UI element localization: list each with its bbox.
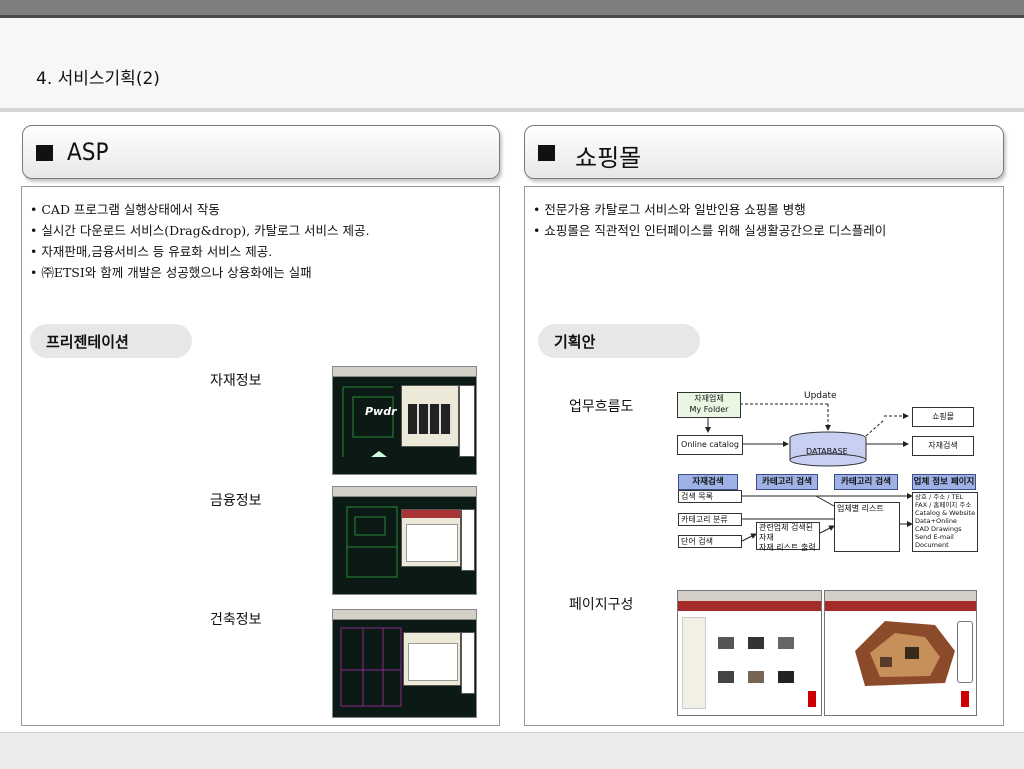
square-bullet-icon [36,145,53,161]
diagram-header: 자재검색 [678,474,738,490]
result-box: 관련업체 검색된 자재 자재 리스트 출력 [756,522,820,552]
diagram-row: 단어 검색 [678,535,742,548]
database-label: DATABASE [806,447,848,456]
shop-panel-header: 쇼핑몰 [524,125,1004,179]
workflow-diagram: 자재업체 My Folder Update Online catalog DAT… [676,390,978,556]
presentation-section-label: 프리젠테이션 [30,324,192,358]
caption-building-info: 건축정보 [210,612,262,628]
diagram-row: 검색 목록 [678,490,742,503]
slide-footer [0,732,1024,769]
top-bar [0,0,1024,18]
list-item: • 실시간 다운로드 서비스(Drag&drop), 카탈로그 서비스 제공. [30,223,370,238]
plan-section-label: 기획안 [538,324,700,358]
list-item: • ㈜ETSI와 함께 개발은 성공했으나 상용화에는 실패 [30,265,312,280]
vendor-list-box: 업체별 리스트 [834,502,900,552]
square-bullet-icon [538,145,555,161]
diagram-header: 업체 정보 페이지 [912,474,976,490]
update-label: Update [804,391,837,401]
folder-box: 자재업체 My Folder [677,392,741,418]
list-item: • CAD 프로그램 실행상태에서 작동 [30,202,220,217]
caption-finance-info: 금융정보 [210,493,262,509]
shop-page-thumbnail-right [824,590,977,716]
building-info-screenshot [332,609,477,718]
shopping-mall-box: 쇼핑몰 [912,407,974,427]
online-catalog-box: Online catalog [677,435,743,455]
section-label-text: 프리젠테이션 [46,333,129,351]
diagram-header: 카테고리 검색 [756,474,818,490]
caption-workflow: 업무흐름도 [569,399,634,415]
caption-page-layout: 페이지구성 [569,597,634,613]
vendor-info-box: 상호 / 주소 / TEL FAX / 홈페이지 주소 Catalog & We… [912,492,978,552]
diagram-row: 카테고리 분류 [678,513,742,526]
shop-heading: 쇼핑몰 [575,144,642,172]
pwdr-logo-text: Pwdr [365,405,397,418]
shop-page-thumbnail-left [677,590,822,716]
asp-panel-header: ASP [22,125,500,179]
material-info-screenshot: Pwdr [332,366,477,475]
diagram-header: 카테고리 검색 [834,474,898,490]
list-item: • 자재판매,금융서비스 등 유료화 서비스 제공. [30,244,273,259]
section-label-text: 기획안 [554,333,596,351]
finance-info-screenshot [332,486,477,595]
list-item: • 쇼핑몰은 직관적인 인터페이스를 위해 실생활공간으로 디스플레이 [533,223,887,238]
caption-material-info: 자재정보 [210,373,262,389]
asp-heading: ASP [67,138,109,166]
page-title: 4. 서비스기획(2) [36,69,160,89]
shop-bullet-list: • 전문가용 카탈로그 서비스와 일반인용 쇼핑몰 병행 • 쇼핑몰은 직관적인… [533,199,886,241]
material-search-box: 자재검색 [912,436,974,456]
asp-bullet-list: • CAD 프로그램 실행상태에서 작동 • 실시간 다운로드 서비스(Drag… [30,199,370,283]
list-item: • 전문가용 카탈로그 서비스와 일반인용 쇼핑몰 병행 [533,202,806,217]
